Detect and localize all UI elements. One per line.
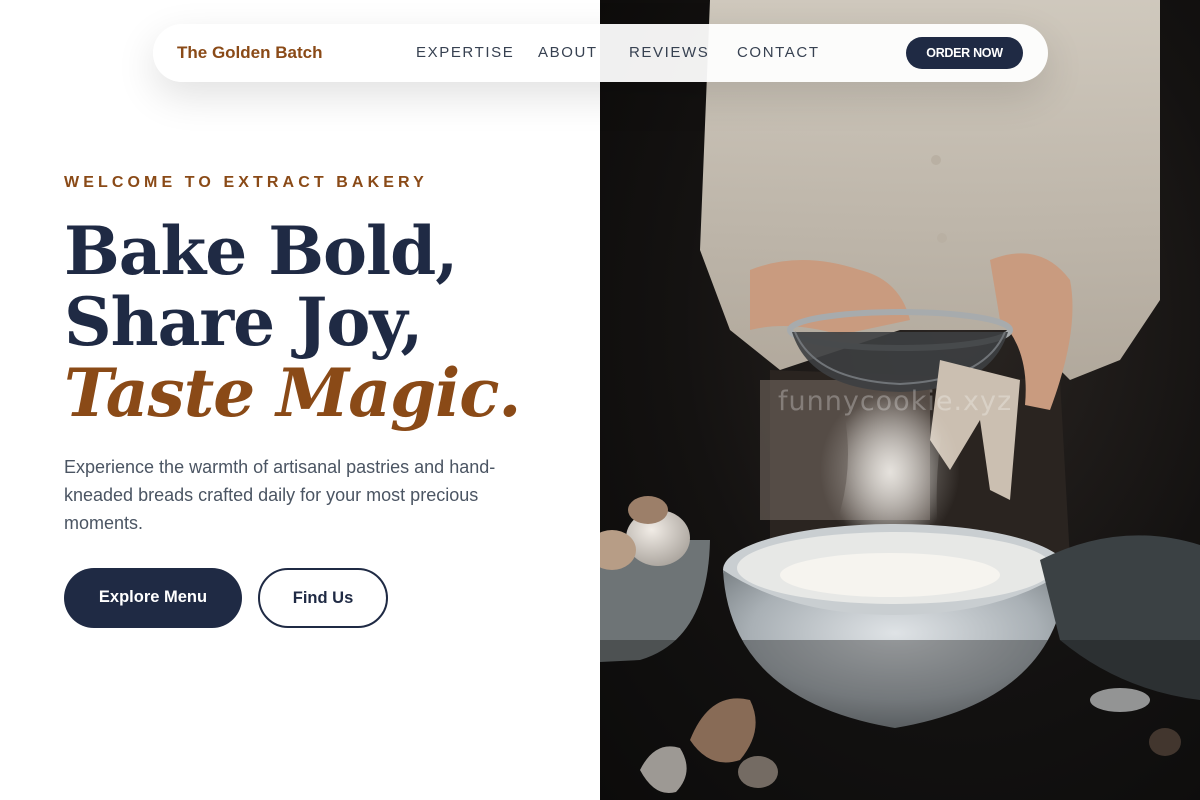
hero-eyebrow: WELCOME TO EXTRACT BAKERY [64, 174, 428, 191]
nav-link-reviews[interactable]: REVIEWS [629, 44, 709, 61]
hero-headline-line2: Share Joy, [64, 283, 423, 361]
hero-headline-line3: Taste Magic. [64, 354, 521, 432]
order-now-button[interactable]: ORDER NOW [906, 37, 1023, 69]
explore-menu-button[interactable]: Explore Menu [64, 568, 242, 628]
nav-link-contact[interactable]: CONTACT [737, 44, 820, 61]
nav-link-about[interactable]: ABOUT [538, 44, 598, 61]
hero-photo: funnycookie.xyz [600, 0, 1200, 800]
find-us-button[interactable]: Find Us [258, 568, 388, 628]
watermark-text: funnycookie.xyz [778, 386, 1013, 417]
nav-link-expertise[interactable]: EXPERTISE [416, 44, 514, 61]
hero-description: Experience the warmth of artisanal pastr… [64, 457, 496, 533]
brand-logo[interactable]: The Golden Batch [177, 43, 322, 63]
top-navigation: The Golden Batch EXPERTISE ABOUT REVIEWS… [153, 24, 1048, 82]
hero-headline-line1: Bake Bold, [64, 212, 458, 290]
